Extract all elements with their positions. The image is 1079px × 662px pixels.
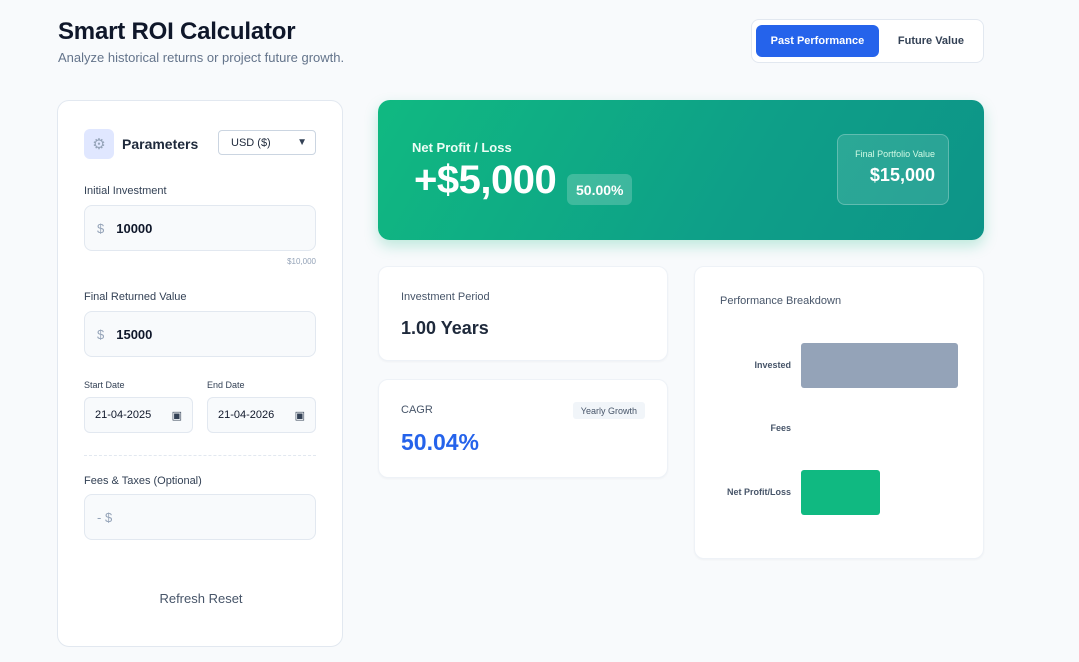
investment-period-card: Investment Period 1.00 Years: [378, 266, 668, 361]
final-portfolio-value: $15,000: [869, 165, 935, 185]
net-profit-label: Net Profit / Loss: [412, 140, 512, 155]
divider: [84, 455, 316, 456]
final-value-value: 15000: [116, 326, 153, 342]
start-date-label: Start Date: [84, 380, 125, 390]
bar-label-invested: Invested: [754, 360, 791, 370]
currency-value: USD ($): [231, 136, 271, 149]
page-subtitle: Analyze historical returns or project fu…: [58, 50, 345, 65]
bar-net-profit-loss: [801, 470, 880, 515]
parameters-header: ⚙ Parameters: [84, 129, 198, 159]
past-performance-tab[interactable]: Past Performance: [756, 25, 879, 57]
parameters-panel: ⚙ Parameters USD ($) ▼ Initial Investmen…: [57, 100, 343, 647]
calendar-icon[interactable]: ▣: [172, 409, 182, 422]
dollar-prefix: $: [97, 220, 105, 236]
end-date-label: End Date: [207, 380, 245, 390]
net-profit-percent-badge: 50.00%: [567, 174, 633, 205]
net-profit-amount: +$5,000: [414, 158, 557, 202]
bar-invested: [801, 343, 958, 388]
calendar-icon[interactable]: ▣: [295, 409, 305, 422]
fees-label: Fees & Taxes (Optional): [84, 475, 202, 487]
mode-toggle: Past Performance Future Value: [751, 19, 984, 63]
initial-investment-input[interactable]: $ 10000: [84, 205, 316, 251]
fees-input[interactable]: - $: [84, 494, 316, 540]
cagr-card: CAGR Yearly Growth 50.04%: [378, 379, 668, 478]
final-portfolio-label: Final Portfolio Value: [855, 149, 935, 159]
start-date-value: 21-04-2025: [95, 409, 152, 421]
cagr-value: 50.04%: [401, 429, 480, 455]
performance-breakdown-card: Performance Breakdown Invested Fees Net Pr…: [694, 266, 984, 559]
fees-prefix: - $: [97, 509, 113, 525]
page-title: Smart ROI Calculator: [58, 18, 296, 45]
dollar-prefix: $: [97, 326, 105, 342]
gear-icon: ⚙: [84, 129, 114, 159]
initial-investment-label: Initial Investment: [84, 185, 167, 197]
investment-period-label: Investment Period: [401, 291, 490, 303]
refresh-reset-actions[interactable]: Refresh Reset: [58, 591, 344, 606]
end-date-input[interactable]: 21-04-2026 ▣: [207, 397, 316, 433]
future-value-tab[interactable]: Future Value: [883, 25, 979, 57]
end-date-value: 21-04-2026: [218, 409, 275, 421]
chevron-down-icon: ▼: [297, 137, 307, 148]
final-value-input[interactable]: $ 15000: [84, 311, 316, 357]
initial-investment-value: 10000: [116, 220, 153, 236]
performance-breakdown-title: Performance Breakdown: [720, 295, 842, 307]
net-profit-card: Net Profit / Loss +$5,000 50.00% Final P…: [378, 100, 984, 240]
yearly-growth-badge: Yearly Growth: [572, 402, 645, 419]
page-header: Smart ROI Calculator Analyze historical …: [58, 18, 344, 65]
initial-investment-hint: $10,000: [287, 257, 316, 266]
bar-label-net-profit-loss: Net Profit/Loss: [726, 487, 791, 497]
final-portfolio-box: Final Portfolio Value $15,000: [837, 134, 949, 205]
final-value-label: Final Returned Value: [84, 291, 187, 303]
parameters-title: Parameters: [122, 136, 199, 152]
investment-period-value: 1.00 Years: [401, 318, 489, 338]
currency-select[interactable]: USD ($) ▼: [218, 130, 316, 155]
start-date-input[interactable]: 21-04-2025 ▣: [84, 397, 193, 433]
bar-label-fees: Fees: [770, 423, 791, 433]
cagr-label: CAGR: [401, 404, 433, 416]
